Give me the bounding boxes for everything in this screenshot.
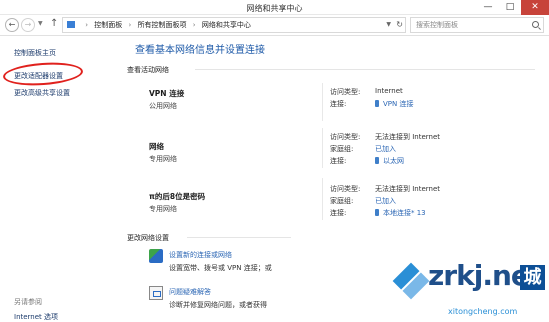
divider [322,128,323,168]
search-icon[interactable] [532,21,539,28]
homegroup-label: 家庭组: [330,197,354,205]
recent-pages-chevron-icon[interactable]: ▼ [38,20,43,27]
address-history-chevron-icon[interactable]: ▼ [386,18,391,32]
ethernet-link[interactable]: 以太网 [383,157,404,165]
breadcrumb[interactable]: › 控制面板 › 所有控制面板项 › 网络和共享中心 ▼ ↻ [62,17,406,33]
access-type-value: 无法连接到 Internet [375,133,441,141]
access-type-label: 访问类型: [330,88,361,96]
troubleshoot-icon [149,286,163,300]
site-watermark: zrkj.net 城 xitongcheng.com [392,255,549,322]
back-button[interactable]: ← [5,18,19,32]
network-type: 专用网络 [149,205,177,213]
breadcrumb-item-control-panel[interactable]: 控制面板 [94,21,122,29]
connection-label: 连接: [330,209,347,217]
watermark-badge: 城 [520,265,545,290]
access-type-value: 无法连接到 Internet [375,185,441,193]
homegroup-link[interactable]: 已加入 [375,144,396,154]
breadcrumb-separator: › [128,21,132,29]
connection-item[interactable]: 以太网 [375,156,404,166]
control-panel-icon [67,21,75,28]
left-navigation: 控制面板主页 更改适配器设置 更改高级共享设置 另请参阅 Internet 选项 [0,36,120,322]
new-connection-icon [149,249,163,263]
window-title: 网络和共享中心 [246,4,303,13]
homegroup-label: 家庭组: [330,145,354,153]
watermark-logo-icon [393,263,430,300]
network-type: 专用网络 [149,155,177,163]
divider [195,69,535,70]
address-bar: ← → ▼ ↑ › 控制面板 › 所有控制面板项 › 网络和共享中心 ▼ ↻ 搜… [0,15,549,36]
close-button[interactable]: ✕ [521,0,549,15]
page-title: 查看基本网络信息并设置连接 [135,45,265,56]
ethernet-icon [375,157,379,164]
troubleshoot-description: 诊断并修复网络问题，或者获得 [169,301,267,309]
divider [322,178,323,220]
search-input[interactable]: 搜索控制面板 [410,17,544,33]
highlight-circle [2,60,84,88]
up-button[interactable]: ↑ [50,18,58,29]
change-advanced-sharing-link[interactable]: 更改高级共享设置 [14,88,70,98]
homegroup-link[interactable]: 已加入 [375,196,396,206]
connection-item[interactable]: VPN 连接 [375,99,413,109]
setup-new-connection-description: 设置宽带、拨号或 VPN 连接；或 [169,264,272,272]
connection-item[interactable]: 本地连接* 13 [375,208,426,218]
local-connection-link[interactable]: 本地连接* 13 [383,209,426,217]
breadcrumb-separator: › [85,21,89,29]
maximize-button[interactable]: □ [499,0,521,15]
control-panel-home-link[interactable]: 控制面板主页 [14,48,56,58]
network-name: 网络 [149,142,164,151]
change-network-settings-heading: 更改网络设置 [127,234,169,242]
breadcrumb-item-network-center[interactable]: 网络和共享中心 [202,21,251,29]
refresh-icon[interactable]: ↻ [396,18,403,32]
minimize-button[interactable]: — [477,0,499,15]
connection-label: 连接: [330,157,347,165]
breadcrumb-item-all-items[interactable]: 所有控制面板项 [138,21,187,29]
watermark-subtext: xitongcheng.com [448,307,518,316]
network-type: 公用网络 [149,102,177,110]
internet-options-link[interactable]: Internet 选项 [14,312,58,322]
troubleshoot-link[interactable]: 问题疑难解答 [169,287,211,297]
network-name: π的后8位是密码 [149,192,206,201]
setup-new-connection-link[interactable]: 设置新的连接或网络 [169,250,232,260]
breadcrumb-separator: › [192,21,196,29]
see-also-heading: 另请参阅 [14,298,42,306]
connection-label: 连接: [330,100,347,108]
title-bar: 网络和共享中心 — □ ✕ [0,0,549,15]
vpn-connection-link[interactable]: VPN 连接 [383,100,413,108]
divider [187,237,291,238]
vpn-icon [375,100,379,107]
divider [322,83,323,121]
forward-button[interactable]: → [21,18,35,32]
access-type-value: Internet [375,87,403,95]
search-placeholder: 搜索控制面板 [416,21,458,29]
access-type-label: 访问类型: [330,133,361,141]
access-type-label: 访问类型: [330,185,361,193]
network-name: VPN 连接 [149,89,185,98]
wifi-icon [375,209,379,216]
active-networks-heading: 查看活动网络 [127,66,169,74]
